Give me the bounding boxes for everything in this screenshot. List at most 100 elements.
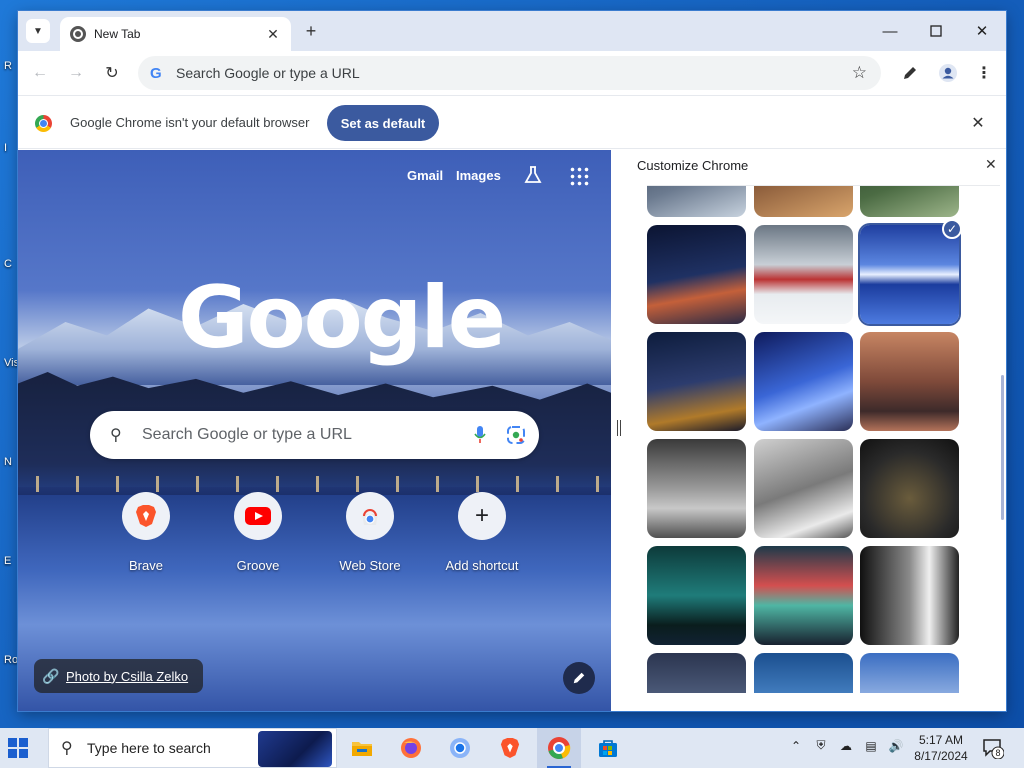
microsoft-store-icon[interactable] bbox=[594, 734, 622, 762]
wallpaper-thumbnail[interactable] bbox=[647, 225, 746, 324]
address-bar-placeholder: Search Google or type a URL bbox=[176, 65, 360, 81]
shortcut-brave[interactable]: Brave bbox=[98, 492, 194, 576]
photo-credit-text: Photo by Csilla Zelko bbox=[66, 668, 189, 684]
tab-search-button[interactable]: ▼ bbox=[26, 19, 50, 43]
wallpaper-thumbnail[interactable] bbox=[754, 439, 853, 538]
panel-title: Customize Chrome bbox=[637, 158, 749, 173]
security-shield-icon[interactable]: ⛨ bbox=[813, 738, 829, 753]
search-icon: ⚲ bbox=[110, 427, 122, 444]
ntp-search-box[interactable]: ⚲ Search Google or type a URL bbox=[90, 411, 539, 459]
gmail-link[interactable]: Gmail bbox=[407, 168, 443, 183]
tab-strip: ▼ New Tab ✕ + — ✕ bbox=[18, 11, 1006, 51]
wallpaper-thumbnail[interactable] bbox=[647, 546, 746, 645]
brave-icon[interactable] bbox=[496, 734, 524, 762]
reload-button[interactable]: ↻ bbox=[100, 61, 124, 85]
wallpaper-thumbnail[interactable] bbox=[754, 225, 853, 324]
wallpaper-thumbnail[interactable] bbox=[860, 439, 959, 538]
wallpaper-thumbnail[interactable] bbox=[754, 332, 853, 431]
chrome-favicon-icon bbox=[70, 26, 86, 42]
labs-flask-icon[interactable] bbox=[523, 165, 543, 187]
customize-pen-button[interactable] bbox=[898, 61, 922, 85]
wallpaper-thumbnail[interactable] bbox=[754, 186, 853, 217]
default-browser-infobar: Google Chrome isn't your default browser… bbox=[18, 95, 1006, 149]
system-tray: ⌃ ⛨ ☁ ▤ 🔊 bbox=[788, 738, 904, 753]
profile-button[interactable] bbox=[936, 61, 960, 85]
panel-scrollbar[interactable] bbox=[1001, 375, 1004, 520]
pencil-icon bbox=[573, 672, 585, 684]
profile-icon bbox=[939, 64, 957, 82]
new-tab-button[interactable]: + bbox=[300, 20, 322, 42]
chevron-up-icon[interactable]: ⌃ bbox=[788, 739, 804, 753]
desktop-icon-label[interactable]: Ro bbox=[4, 654, 18, 666]
microphone-icon[interactable] bbox=[467, 422, 493, 448]
minimize-button[interactable]: — bbox=[874, 19, 906, 43]
chevron-down-icon: ▼ bbox=[33, 25, 43, 37]
wallpaper-thumbnail[interactable] bbox=[647, 653, 746, 693]
side-panel-resize-handle[interactable] bbox=[617, 420, 621, 436]
close-icon[interactable]: ✕ bbox=[985, 156, 997, 173]
wallpaper-thumbnail[interactable] bbox=[860, 653, 959, 693]
tab-new-tab[interactable]: New Tab ✕ bbox=[60, 17, 291, 51]
shortcut-groove[interactable]: Groove bbox=[210, 492, 306, 576]
taskbar-clock[interactable]: 5:17 AM 8/17/2024 bbox=[905, 732, 977, 764]
chrome-icon[interactable] bbox=[545, 734, 573, 768]
chrome-menu-button[interactable]: ⋮ bbox=[972, 61, 996, 85]
wallpaper-thumbnail[interactable] bbox=[647, 332, 746, 431]
forward-button[interactable]: → bbox=[64, 61, 88, 85]
wallpaper-thumbnail[interactable] bbox=[860, 546, 959, 645]
background-lights bbox=[18, 476, 611, 492]
customize-background-button[interactable] bbox=[563, 662, 595, 694]
wallpaper-thumbnail[interactable] bbox=[860, 186, 959, 217]
wallpaper-thumbnail[interactable] bbox=[754, 653, 853, 693]
cloud-icon[interactable]: ☁ bbox=[838, 739, 854, 753]
desktop-icon-label[interactable]: R bbox=[4, 60, 12, 72]
maximize-button[interactable] bbox=[920, 19, 952, 43]
close-icon[interactable]: ✕ bbox=[265, 26, 281, 43]
chrome-web-store-icon bbox=[346, 492, 394, 540]
file-explorer-icon[interactable] bbox=[348, 734, 376, 762]
notification-icon[interactable]: 8 bbox=[982, 737, 1004, 759]
address-bar[interactable]: G Search Google or type a URL ☆ bbox=[138, 56, 881, 90]
selected-check-icon: ✓ bbox=[942, 219, 962, 239]
window-close-button[interactable]: ✕ bbox=[966, 19, 998, 43]
chrome-logo-icon bbox=[35, 115, 52, 132]
bookmark-star-icon[interactable]: ☆ bbox=[852, 63, 867, 83]
brave-icon bbox=[122, 492, 170, 540]
add-shortcut-button[interactable]: + Add shortcut bbox=[434, 492, 530, 576]
desktop-icon-label[interactable]: Vis bbox=[4, 357, 19, 369]
shortcut-label: Web Store bbox=[339, 558, 401, 573]
shortcut-web-store[interactable]: Web Store bbox=[322, 492, 418, 576]
kebab-menu-icon: ⋮ bbox=[976, 65, 992, 82]
firefox-icon[interactable] bbox=[397, 734, 425, 762]
desktop-icon-label[interactable]: E bbox=[4, 555, 11, 567]
network-icon[interactable]: ▤ bbox=[863, 739, 879, 753]
wallpaper-thumbnail[interactable] bbox=[754, 546, 853, 645]
set-as-default-button[interactable]: Set as default bbox=[327, 105, 439, 141]
google-logo: Google bbox=[178, 268, 506, 368]
wallpaper-thumbnail[interactable] bbox=[860, 332, 959, 431]
infobar-message: Google Chrome isn't your default browser bbox=[70, 115, 310, 130]
windows-start-icon[interactable] bbox=[8, 738, 28, 758]
back-button[interactable]: ← bbox=[28, 61, 52, 85]
photo-credit-link[interactable]: 🔗 Photo by Csilla Zelko bbox=[34, 659, 203, 693]
wallpaper-grid: ✓ bbox=[647, 185, 1000, 693]
desktop-icon-label[interactable]: C bbox=[4, 258, 12, 270]
google-g-icon: G bbox=[150, 64, 162, 82]
apps-grid-icon[interactable] bbox=[569, 166, 589, 186]
youtube-icon bbox=[234, 492, 282, 540]
wallpaper-thumbnail[interactable] bbox=[860, 225, 959, 324]
minimize-icon: — bbox=[882, 22, 898, 40]
new-tab-page: Gmail Images Google ⚲ Search Google or t… bbox=[18, 150, 611, 711]
wallpaper-thumbnail[interactable] bbox=[647, 439, 746, 538]
desktop-icon-label[interactable]: I bbox=[4, 142, 7, 154]
images-link[interactable]: Images bbox=[456, 168, 501, 183]
volume-icon[interactable]: 🔊 bbox=[888, 739, 904, 753]
taskbar: ⚲ Type here to search ⌃ ⛨ ☁ ▤ 🔊 5:17 AM … bbox=[0, 728, 1024, 768]
desktop-icon-label[interactable]: N bbox=[4, 456, 12, 468]
taskbar-search-box[interactable]: ⚲ Type here to search bbox=[48, 728, 337, 768]
shortcut-label: Groove bbox=[236, 558, 280, 573]
wallpaper-thumbnail[interactable] bbox=[647, 186, 746, 217]
close-icon[interactable]: ✕ bbox=[968, 113, 988, 133]
google-lens-icon[interactable] bbox=[503, 422, 529, 448]
chrome-alt-icon[interactable] bbox=[446, 734, 474, 762]
